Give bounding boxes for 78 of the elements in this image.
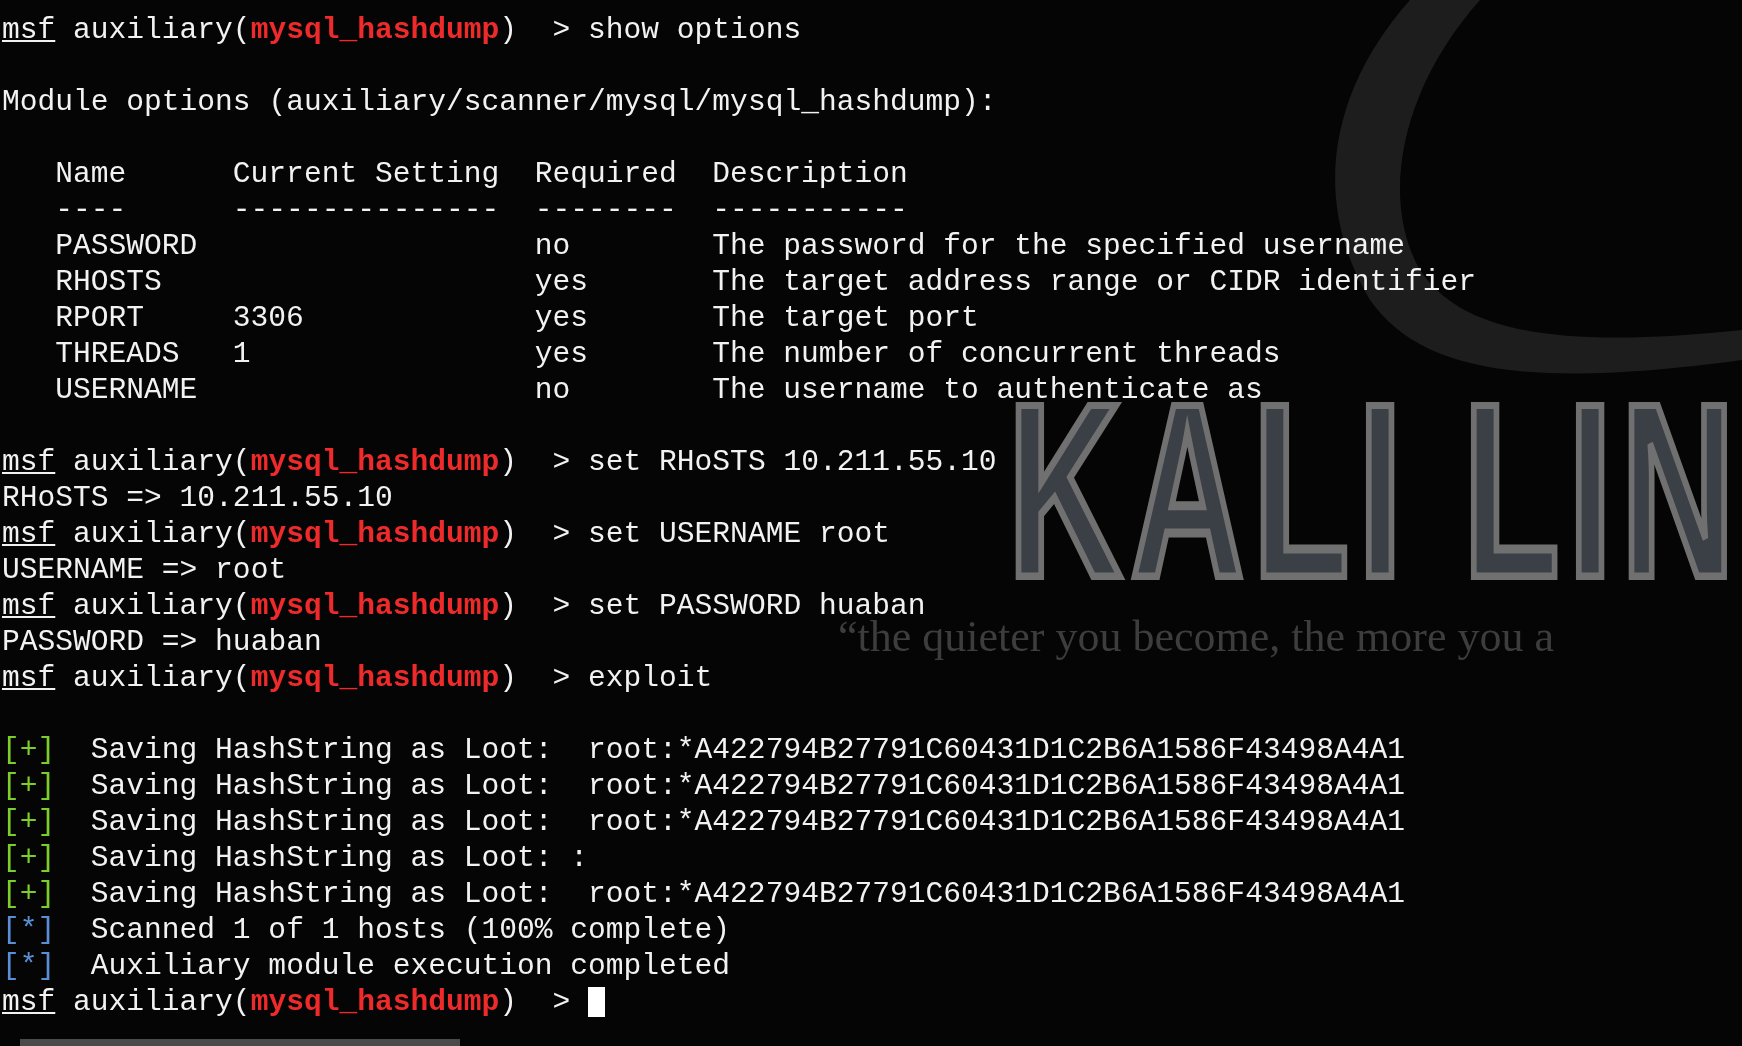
- command-text: show options: [588, 12, 802, 48]
- command-text: set USERNAME root: [588, 516, 890, 552]
- table-cell-text: PASSWORD: [55, 228, 199, 264]
- prompt-arrow: >: [552, 444, 571, 480]
- prompt-close: ): [499, 984, 518, 1020]
- prompt-prefix: msf: [2, 516, 56, 552]
- table-cell-text: no: [534, 228, 572, 264]
- status-marker: [+]: [2, 840, 56, 876]
- header-underline: ----: [55, 192, 128, 228]
- output-text: USERNAME => root: [2, 552, 287, 588]
- module-name: mysql_hashdump: [250, 588, 500, 624]
- status-marker: [*]: [2, 912, 56, 948]
- table-cell-text: The target address range or CIDR identifier: [712, 264, 1477, 300]
- wallpaper-tagline: “the quieter you become, the more you a: [838, 615, 1554, 659]
- prompt-close: ): [499, 444, 518, 480]
- prompt-close: ): [499, 516, 518, 552]
- table-cell-text: THREADS: [55, 336, 181, 372]
- table-cell-text: The password for the specified username: [712, 228, 1406, 264]
- prompt-prefix: msf: [2, 984, 56, 1020]
- prompt-context: auxiliary(: [73, 516, 251, 552]
- table-cell-text: RPORT: [55, 300, 146, 336]
- prompt-close: ): [499, 588, 518, 624]
- module-name: mysql_hashdump: [250, 12, 500, 48]
- status-text: Saving HashString as Loot: root:*A422794B27791C60431D1C2B6A1586F43498A4A1: [90, 876, 1405, 912]
- header-underline: -----------: [712, 192, 909, 228]
- output-text: RHoSTS => 10.211.55.10: [2, 480, 393, 516]
- prompt-prefix: msf: [2, 444, 56, 480]
- status-marker: [+]: [2, 804, 56, 840]
- table-cell-text: 3306: [232, 300, 305, 336]
- module-name: mysql_hashdump: [250, 984, 500, 1020]
- prompt-arrow: >: [552, 12, 571, 48]
- status-marker: [+]: [2, 732, 56, 768]
- table-cell-text: yes: [534, 336, 589, 372]
- prompt-arrow: >: [552, 984, 571, 1020]
- status-marker: [*]: [2, 948, 56, 984]
- prompt-prefix: msf: [2, 12, 56, 48]
- table-cell-text: yes: [534, 300, 589, 336]
- status-text: Auxiliary module execution completed: [90, 948, 731, 984]
- prompt-arrow: >: [552, 516, 571, 552]
- scrollbar[interactable]: [20, 1039, 460, 1046]
- prompt-close: ): [499, 12, 518, 48]
- status-marker: [+]: [2, 876, 56, 912]
- status-marker: [+]: [2, 768, 56, 804]
- table-cell-text: 1: [232, 336, 252, 372]
- prompt-context: auxiliary(: [73, 588, 251, 624]
- prompt-prefix: msf: [2, 588, 56, 624]
- table-cell-text: yes: [534, 264, 589, 300]
- header-underline: --------: [534, 192, 678, 228]
- status-text: Saving HashString as Loot: root:*A422794B27791C60431D1C2B6A1586F43498A4A1: [90, 804, 1405, 840]
- column-header: Required: [534, 156, 678, 192]
- status-text: Scanned 1 of 1 hosts (100% complete): [90, 912, 731, 948]
- table-cell-text: USERNAME: [55, 372, 199, 408]
- prompt-context: auxiliary(: [73, 984, 251, 1020]
- column-header: Description: [712, 156, 909, 192]
- module-name: mysql_hashdump: [250, 660, 500, 696]
- table-cell-text: The target port: [712, 300, 980, 336]
- status-text: Saving HashString as Loot: :: [90, 840, 589, 876]
- status-text: Saving HashString as Loot: root:*A422794B27791C60431D1C2B6A1586F43498A4A1: [90, 768, 1405, 804]
- module-name: mysql_hashdump: [250, 444, 500, 480]
- prompt-close: ): [499, 660, 518, 696]
- column-header: Name: [55, 156, 128, 192]
- command-text: set RHoSTS 10.211.55.10: [588, 444, 997, 480]
- status-text: Saving HashString as Loot: root:*A422794B27791C60431D1C2B6A1586F43498A4A1: [90, 732, 1405, 768]
- output-text: PASSWORD => huaban: [2, 624, 322, 660]
- table-cell-text: no: [534, 372, 572, 408]
- header-underline: ---------------: [232, 192, 501, 228]
- prompt-arrow: >: [552, 660, 571, 696]
- prompt-context: auxiliary(: [73, 12, 251, 48]
- column-header: Current Setting: [232, 156, 501, 192]
- output-text: Module options (auxiliary/scanner/mysql/mysql_hashdump):: [2, 84, 997, 120]
- module-name: mysql_hashdump: [250, 516, 500, 552]
- command-text: exploit: [588, 660, 713, 696]
- prompt-context: auxiliary(: [73, 660, 251, 696]
- table-cell-text: The number of concurrent threads: [712, 336, 1282, 372]
- table-cell-text: RHOSTS: [55, 264, 163, 300]
- prompt-prefix: msf: [2, 660, 56, 696]
- prompt-arrow: >: [552, 588, 571, 624]
- prompt-context: auxiliary(: [73, 444, 251, 480]
